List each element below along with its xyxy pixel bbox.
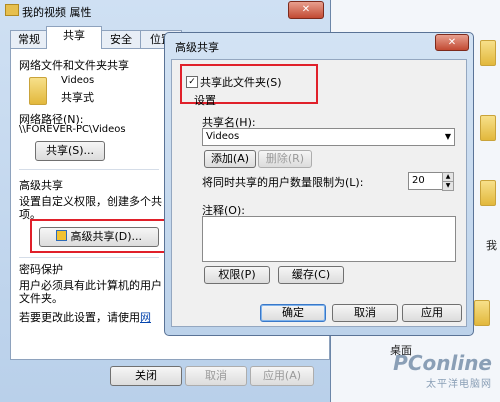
spin-down-icon[interactable]: ▼ bbox=[442, 181, 454, 191]
network-center-link[interactable]: 网 bbox=[140, 311, 151, 324]
apply-button[interactable]: 应用 bbox=[402, 304, 462, 322]
advanced-sharing-heading: 高级共享 bbox=[19, 179, 63, 192]
settings-heading: 设置 bbox=[194, 94, 216, 107]
highlight-box bbox=[30, 219, 168, 253]
folder-icon bbox=[474, 300, 490, 326]
dialog-title: 高级共享 bbox=[175, 41, 219, 54]
desktop-item-label: 我 bbox=[486, 239, 497, 252]
close-button[interactable]: 关闭 bbox=[110, 366, 182, 386]
window-title: 我的视频 属性 bbox=[22, 6, 92, 19]
change-setting-label: 若要更改此设置，请使用 bbox=[19, 311, 140, 324]
user-limit-input[interactable]: 20 bbox=[408, 172, 443, 190]
network-sharing-heading: 网络文件和文件夹共享 bbox=[19, 59, 129, 72]
folder-name: Videos bbox=[61, 75, 95, 86]
comment-textarea[interactable] bbox=[202, 216, 456, 262]
dialog-body: ✓ 共享此文件夹(S) 设置 共享名(H): Videos ▼ 添加(A) 删除… bbox=[171, 59, 467, 327]
folder-icon bbox=[480, 115, 496, 141]
share-button[interactable]: 共享(S)... bbox=[35, 141, 105, 161]
close-icon[interactable]: ✕ bbox=[288, 1, 324, 19]
divider bbox=[19, 257, 159, 258]
tab-general[interactable]: 常规 bbox=[10, 30, 48, 49]
remove-button[interactable]: 删除(R) bbox=[258, 150, 312, 168]
chevron-down-icon: ▼ bbox=[444, 132, 451, 141]
password-protection-desc: 文件夹。 bbox=[19, 292, 63, 305]
cancel-button[interactable]: 取消 bbox=[185, 366, 247, 386]
tab-sharing[interactable]: 共享 bbox=[46, 26, 102, 49]
watermark-tagline: 太平洋电脑网 bbox=[426, 379, 492, 390]
advanced-sharing-dialog: 高级共享 ✕ ✓ 共享此文件夹(S) 设置 共享名(H): Videos ▼ 添… bbox=[164, 32, 474, 336]
change-setting-text: 若要更改此设置，请使用网 bbox=[19, 309, 151, 325]
close-icon[interactable]: ✕ bbox=[435, 34, 469, 51]
permissions-button[interactable]: 权限(P) bbox=[204, 266, 270, 284]
folder-icon bbox=[480, 40, 496, 66]
user-limit-label: 将同时共享的用户数量限制为(L): bbox=[202, 176, 364, 189]
folder-share-status: 共享式 bbox=[61, 91, 94, 104]
password-protection-heading: 密码保护 bbox=[19, 263, 63, 276]
apply-button[interactable]: 应用(A) bbox=[250, 366, 314, 386]
cache-button[interactable]: 缓存(C) bbox=[278, 266, 344, 284]
share-name-value: Videos bbox=[206, 131, 240, 142]
share-name-dropdown[interactable]: Videos ▼ bbox=[202, 128, 455, 146]
ok-button[interactable]: 确定 bbox=[260, 304, 326, 322]
divider bbox=[19, 169, 159, 170]
folder-icon bbox=[29, 77, 47, 105]
folder-icon bbox=[5, 4, 19, 16]
watermark: PConline 太平洋电脑网 bbox=[393, 351, 492, 390]
cancel-button[interactable]: 取消 bbox=[332, 304, 398, 322]
network-path-value: \\FOREVER-PC\Videos bbox=[19, 124, 126, 135]
folder-icon bbox=[480, 180, 496, 206]
add-button[interactable]: 添加(A) bbox=[204, 150, 256, 168]
watermark-brand: PConline bbox=[393, 351, 492, 375]
tab-security[interactable]: 安全 bbox=[100, 30, 142, 49]
